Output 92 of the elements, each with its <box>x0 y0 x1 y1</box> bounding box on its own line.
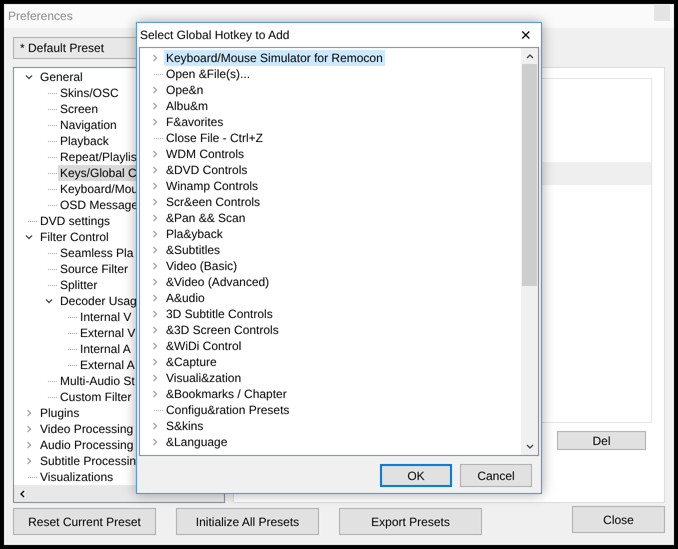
tree-item[interactable]: Subtitle Processin <box>38 453 138 469</box>
cancel-button[interactable]: Cancel <box>460 464 532 487</box>
connector-line <box>68 316 76 318</box>
connector-line <box>48 252 56 254</box>
tree-item[interactable]: OSD Message <box>58 197 140 213</box>
tree-item[interactable]: &DVD Controls <box>164 162 250 178</box>
tree-item[interactable]: &Video (Advanced) <box>164 274 272 290</box>
connector-line <box>28 220 36 222</box>
tree-item[interactable]: External V <box>78 325 138 341</box>
tree-item[interactable]: Ope&n <box>164 82 206 98</box>
window-title: Preferences <box>8 9 73 23</box>
tree-item[interactable]: DVD settings <box>38 213 112 229</box>
connector-line <box>48 156 56 158</box>
close-button[interactable]: × <box>520 26 531 44</box>
chevron-right-icon[interactable] <box>25 425 33 433</box>
tree-item[interactable]: Decoder Usag <box>58 293 139 309</box>
tree-item[interactable]: Pla&yback <box>164 226 225 242</box>
tree-item[interactable]: Repeat/Playlis <box>58 149 139 165</box>
tree-item[interactable]: External A <box>78 357 137 373</box>
tree-item[interactable]: Navigation <box>58 117 119 133</box>
chevron-right-icon[interactable] <box>25 457 33 465</box>
chevron-right-icon[interactable] <box>151 54 159 62</box>
tree-item[interactable]: Video Processing <box>38 421 136 437</box>
tree-item[interactable]: Source Filter <box>58 261 130 277</box>
tree-item[interactable]: Open &File(s)... <box>164 66 252 82</box>
tree-item[interactable]: Internal A <box>78 341 133 357</box>
connector-line <box>48 172 56 174</box>
chevron-right-icon[interactable] <box>25 441 33 449</box>
connector-line <box>48 140 56 142</box>
connector-line <box>68 332 76 334</box>
tree-item[interactable]: &Bookmarks / Chapter <box>164 386 289 402</box>
tree-item[interactable]: Close File - Ctrl+Z <box>164 130 266 146</box>
tree-item[interactable]: WDM Controls <box>164 146 246 162</box>
tree-item[interactable]: Keyboard/Mou <box>58 181 140 197</box>
tree-item[interactable]: Albu&m <box>164 98 210 114</box>
tree-item[interactable]: Configu&ration Presets <box>164 402 292 418</box>
tree-item[interactable]: &Subtitles <box>164 242 222 258</box>
tree-item[interactable]: Seamless Pla <box>58 245 136 261</box>
tree-item[interactable]: Keys/Global C <box>58 165 139 181</box>
tree-item[interactable]: Internal V <box>78 309 134 325</box>
chevron-down-icon[interactable] <box>25 233 33 241</box>
preset-button[interactable]: Initialize All Presets <box>176 508 319 535</box>
tree-item[interactable]: Visualizations <box>38 469 116 485</box>
tree-item[interactable]: General <box>38 69 85 85</box>
chevron-right-icon[interactable] <box>25 409 33 417</box>
tree-item[interactable]: Winamp Controls <box>164 178 260 194</box>
scroll-up-icon[interactable] <box>526 53 534 59</box>
tree-item[interactable]: Multi-Audio St <box>58 373 137 389</box>
ok-button[interactable]: OK <box>380 464 452 487</box>
tree-item[interactable]: Custom Filter <box>58 389 134 405</box>
vertical-scrollbar[interactable] <box>521 48 538 455</box>
connector-line <box>48 204 56 206</box>
tree-item[interactable]: Skins/OSC <box>58 85 121 101</box>
tree-item[interactable]: Plugins <box>38 405 82 421</box>
connector-line <box>48 188 56 190</box>
tree-item[interactable]: A&udio <box>164 290 207 306</box>
tree-item[interactable]: Audio Processing <box>38 437 136 453</box>
connector-line <box>28 476 36 478</box>
tree-item[interactable]: Splitter <box>58 277 100 293</box>
connector-line <box>48 124 56 126</box>
tree-item[interactable]: S&kins <box>164 418 206 434</box>
delete-button[interactable]: Del <box>557 431 646 450</box>
connector-line <box>48 380 56 382</box>
connector-line <box>48 108 56 110</box>
connector-line <box>48 92 56 94</box>
connector-line <box>68 348 76 350</box>
connector-line <box>48 268 56 270</box>
close-button[interactable]: Close <box>572 506 665 533</box>
scrollbar-thumb[interactable] <box>522 64 537 286</box>
tree-item[interactable]: Keyboard/Mouse Simulator for Remocon <box>164 50 385 66</box>
tree-item[interactable]: Scr&een Controls <box>164 194 262 210</box>
tree-item[interactable]: Screen <box>58 101 100 117</box>
preset-button[interactable]: Export Presets <box>339 508 482 535</box>
chevron-down-icon[interactable] <box>25 73 33 81</box>
connector-line <box>48 284 56 286</box>
tree-item[interactable]: &WiDi Control <box>164 338 244 354</box>
tree-item[interactable]: Video (Basic) <box>164 258 240 274</box>
tree-item[interactable]: 3D Subtitle Controls <box>164 306 275 322</box>
connector-line <box>48 396 56 398</box>
tree-item[interactable]: Playback <box>58 133 111 149</box>
tree-item[interactable]: &Language <box>164 434 230 450</box>
tree-item[interactable]: Visuali&zation <box>164 370 244 386</box>
connector-line <box>68 364 76 366</box>
tree-item[interactable]: F&avorites <box>164 114 226 130</box>
preset-button[interactable]: Reset Current Preset <box>13 508 156 535</box>
tree-item[interactable]: &Pan && Scan <box>164 210 248 226</box>
tree-item[interactable]: Filter Control <box>38 229 111 245</box>
tree-item[interactable]: &3D Screen Controls <box>164 322 281 338</box>
tree-item[interactable]: &Capture <box>164 354 219 370</box>
scroll-down-icon[interactable] <box>526 444 534 450</box>
scroll-left-icon[interactable] <box>19 490 27 498</box>
chevron-down-icon[interactable] <box>45 297 53 305</box>
